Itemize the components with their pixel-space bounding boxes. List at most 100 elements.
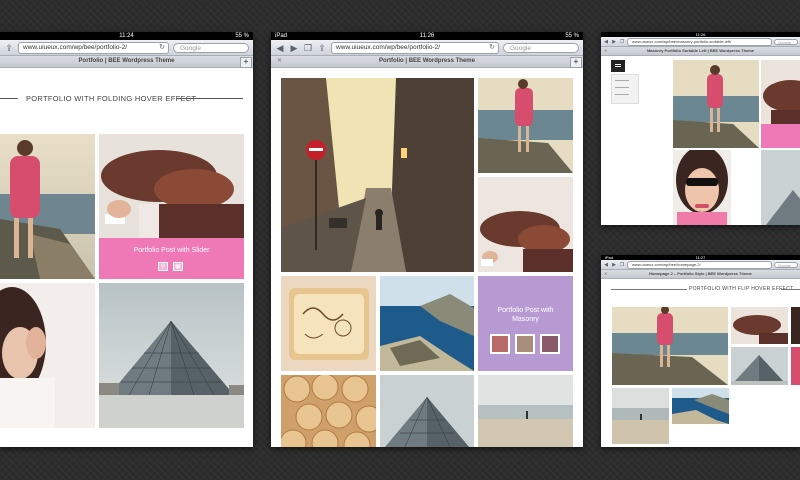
portfolio-image-louvre[interactable] bbox=[380, 375, 474, 447]
hover-card-title: Portfolio Post with Slider bbox=[133, 247, 210, 254]
portfolio-image-beach[interactable] bbox=[478, 375, 573, 447]
portfolio-image-accent-edge[interactable] bbox=[791, 347, 800, 385]
close-icon[interactable]: ✕ bbox=[277, 56, 282, 67]
share-icon[interactable]: ⇪ bbox=[317, 43, 327, 53]
url-text: www.uiueux.com/wp/bee/homepage-2/ bbox=[632, 261, 701, 267]
back-arrow-icon[interactable]: ◀ bbox=[275, 43, 285, 53]
flying-hair-photo bbox=[478, 177, 573, 272]
portfolio-image-louvre[interactable] bbox=[731, 347, 788, 385]
right-bottom-tablet-screen: iPad 11:27 ◀ ▶ ❐ www.uiueux.com/wp/bee/h… bbox=[601, 255, 800, 447]
book-icon[interactable]: ❐ bbox=[303, 43, 313, 53]
url-bar[interactable]: www.uiueux.com/wp/bee/portfolio-2/ ↻ bbox=[18, 41, 169, 54]
browser-toolbar: ◀ ▶ ❐ www.uiueux.com/wp/bee/masonry-port… bbox=[601, 37, 800, 47]
portrait-photo bbox=[0, 283, 95, 428]
search-input[interactable]: Google bbox=[173, 42, 249, 53]
back-arrow-icon[interactable]: ◀ bbox=[603, 260, 609, 270]
sunglasses-photo bbox=[673, 150, 731, 225]
forward-arrow-icon[interactable]: ▶ bbox=[611, 260, 617, 270]
url-text: www.uiueux.com/wp/bee/portfolio-2/ bbox=[336, 43, 441, 51]
portfolio-image-portrait-edge[interactable] bbox=[791, 307, 800, 344]
coast-photo bbox=[380, 276, 474, 371]
browser-toolbar: ◀ ▶ ❐ ⇪ www.uiueux.com/wp/bee/portfolio-… bbox=[271, 40, 583, 56]
url-bar[interactable]: www.uiueux.com/wp/bee/masonry-portfolio-… bbox=[627, 37, 772, 46]
beach-photo bbox=[612, 388, 669, 444]
louvre-photo bbox=[380, 375, 474, 447]
portfolio-image-girl-seaside[interactable] bbox=[0, 134, 95, 279]
portfolio-image-flying-hair[interactable] bbox=[478, 177, 573, 272]
left-tablet-screen: 11:24 55 % ⇪ www.uiueux.com/wp/bee/portf… bbox=[0, 32, 253, 447]
portfolio-image-flying-hair[interactable] bbox=[731, 307, 788, 344]
portfolio-image-cake[interactable] bbox=[281, 276, 376, 371]
image-icon[interactable]: ▣ bbox=[173, 262, 183, 271]
portfolio-image-girl-portrait[interactable] bbox=[0, 283, 95, 428]
portfolio-image-girl-seaside[interactable] bbox=[478, 78, 573, 173]
filter-item[interactable] bbox=[615, 87, 629, 88]
book-icon[interactable]: ❐ bbox=[619, 37, 625, 47]
tab-title[interactable]: Masonry Portfolio Sortable Left | BEE Wo… bbox=[647, 48, 754, 53]
filter-item[interactable] bbox=[615, 80, 629, 81]
tab-title[interactable]: Portfolio | BEE Wordpress Theme bbox=[79, 58, 175, 64]
seaside-photo bbox=[612, 307, 728, 385]
url-text: www.uiueux.com/wp/bee/portfolio-2/ bbox=[23, 43, 128, 51]
sidebar-filter-button[interactable] bbox=[611, 60, 625, 72]
portfolio-image-flying-hair[interactable] bbox=[99, 134, 244, 238]
close-icon[interactable]: ✕ bbox=[604, 270, 607, 278]
back-arrow-icon[interactable]: ◀ bbox=[603, 37, 609, 47]
flying-hair-photo bbox=[731, 307, 788, 344]
heading-rule-right bbox=[177, 98, 243, 99]
browser-toolbar: ◀ ▶ ❐ www.uiueux.com/wp/bee/homepage-2/ … bbox=[601, 260, 800, 270]
seaside-photo bbox=[673, 60, 759, 148]
flying-hair-photo bbox=[761, 60, 800, 124]
portfolio-image-paris-street[interactable] bbox=[281, 78, 474, 272]
tab-title[interactable]: Homepage 2 – Portfolio Style | BEE Wordp… bbox=[649, 271, 752, 276]
link-icon[interactable]: ⚲ bbox=[158, 262, 168, 271]
portfolio-hover-card[interactable]: Portfolio Post with Slider ⚲ ▣ bbox=[99, 238, 244, 279]
book-icon[interactable]: ❐ bbox=[619, 260, 625, 270]
forward-arrow-icon[interactable]: ▶ bbox=[611, 37, 617, 47]
url-bar[interactable]: www.uiueux.com/wp/bee/portfolio-2/ ↻ bbox=[331, 41, 499, 54]
portfolio-image-coast[interactable] bbox=[380, 276, 474, 371]
portfolio-image-coast[interactable] bbox=[672, 388, 729, 424]
street-photo bbox=[281, 78, 474, 272]
page-heading: PORTFOLIO WITH FLIP HOVER EFFECT bbox=[689, 286, 794, 292]
seaside-photo bbox=[478, 78, 573, 173]
filter-item[interactable] bbox=[615, 94, 629, 95]
center-tablet-screen: iPad 11:26 55 % ◀ ▶ ❐ ⇪ www.uiueux.com/w… bbox=[271, 32, 583, 447]
portfolio-image-louvre[interactable] bbox=[99, 283, 244, 428]
plus-icon[interactable]: + bbox=[570, 57, 582, 68]
page-heading: PORTFOLIO WITH FOLDING HOVER EFFECT bbox=[26, 94, 197, 103]
close-icon[interactable]: ✕ bbox=[604, 47, 607, 55]
tab-bar: ✕ Homepage 2 – Portfolio Style | BEE Wor… bbox=[601, 270, 800, 279]
portfolio-image-flying-hair[interactable] bbox=[761, 60, 800, 124]
beach-photo bbox=[478, 375, 573, 447]
portfolio-hover-accent[interactable] bbox=[761, 124, 800, 148]
url-bar[interactable]: www.uiueux.com/wp/bee/homepage-2/ bbox=[627, 260, 772, 269]
coast-photo bbox=[672, 388, 729, 424]
status-battery: 55 % bbox=[235, 33, 249, 39]
tab-title[interactable]: Portfolio | BEE Wordpress Theme bbox=[379, 58, 475, 64]
portfolio-image-girl-seaside[interactable] bbox=[612, 307, 728, 385]
reload-icon[interactable]: ↻ bbox=[489, 43, 495, 53]
thumbnail-strip bbox=[490, 334, 560, 354]
forward-arrow-icon[interactable]: ▶ bbox=[289, 43, 299, 53]
portfolio-image-cookies[interactable] bbox=[281, 375, 376, 447]
status-bar: 11:24 55 % bbox=[0, 32, 253, 40]
search-input[interactable]: Google bbox=[774, 261, 798, 268]
portfolio-image-beach[interactable] bbox=[612, 388, 669, 444]
search-input[interactable]: Google bbox=[503, 42, 579, 53]
portfolio-hover-card-masonry[interactable]: Portfolio Post with Masonry bbox=[478, 276, 573, 371]
status-battery: 55 % bbox=[565, 33, 579, 39]
portfolio-image-girl-seaside[interactable] bbox=[673, 60, 759, 148]
reload-icon[interactable]: ↻ bbox=[159, 43, 165, 53]
status-bar: iPad 11:26 55 % bbox=[271, 32, 583, 40]
sidebar-filter-list bbox=[611, 74, 639, 104]
heading-rule-left bbox=[0, 98, 18, 99]
search-input[interactable]: Google bbox=[774, 38, 798, 45]
menu-icon bbox=[615, 64, 621, 65]
url-text: www.uiueux.com/wp/bee/masonry-portfolio-… bbox=[632, 38, 732, 44]
portfolio-image-sunglasses[interactable] bbox=[673, 150, 731, 225]
portfolio-image-louvre[interactable] bbox=[761, 150, 800, 225]
share-icon[interactable]: ⇪ bbox=[4, 43, 14, 53]
status-time: 11:26 bbox=[419, 33, 435, 39]
plus-icon[interactable]: + bbox=[240, 57, 252, 68]
